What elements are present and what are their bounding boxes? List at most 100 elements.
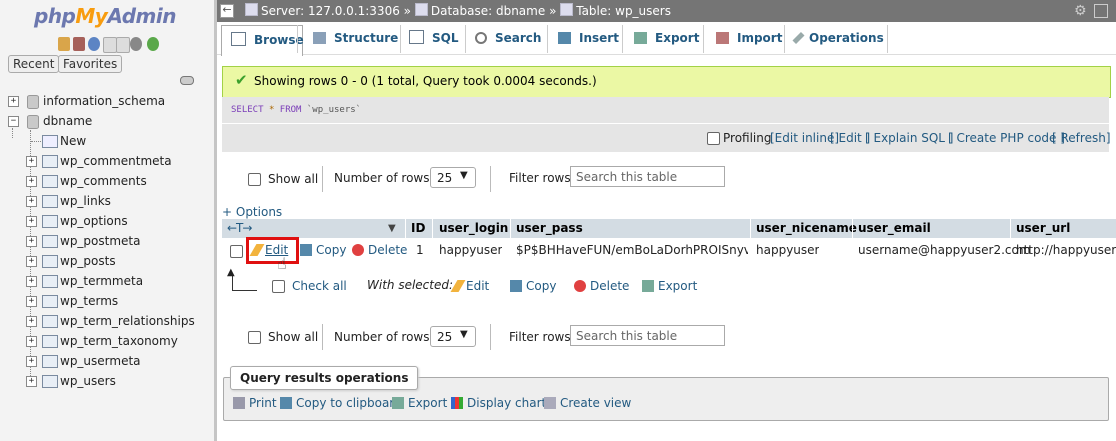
- breadcrumb-database[interactable]: Database: dbname: [431, 4, 545, 18]
- tree-item-table[interactable]: + wp_termmeta: [0, 271, 214, 291]
- expand-icon[interactable]: +: [26, 276, 37, 287]
- show-all-checkbox[interactable]: [248, 173, 261, 186]
- tree-label[interactable]: information_schema: [43, 91, 165, 111]
- tree-item-table[interactable]: + wp_users: [0, 371, 214, 391]
- column-arrows[interactable]: ←T→: [227, 219, 252, 238]
- tab-export[interactable]: Export: [634, 24, 699, 53]
- tree-item-table[interactable]: + wp_terms: [0, 291, 214, 311]
- create-view-button[interactable]: Create view: [544, 395, 631, 411]
- tree-item-table[interactable]: + wp_links: [0, 191, 214, 211]
- tab-insert[interactable]: Insert: [558, 24, 619, 53]
- link-with-main-icon[interactable]: [180, 76, 194, 85]
- expand-icon[interactable]: +: [26, 156, 37, 167]
- tree-label[interactable]: wp_users: [60, 371, 116, 391]
- edit-inline-link[interactable]: [Edit inline]: [770, 131, 839, 145]
- panel-resizer[interactable]: [214, 0, 217, 441]
- explain-sql-link[interactable]: [ Explain SQL ]: [865, 131, 953, 145]
- tab-operations[interactable]: Operations: [792, 24, 884, 53]
- cell-user-nicename[interactable]: happyuser: [756, 240, 819, 260]
- tree-label[interactable]: wp_commentmeta: [60, 151, 172, 171]
- tree-label[interactable]: New: [60, 131, 86, 151]
- cell-user-pass[interactable]: $P$BHHaveFUN/emBoLaDorhPROISnyvxc.: [516, 240, 748, 260]
- print-button[interactable]: Print: [233, 395, 277, 411]
- bulk-edit-button[interactable]: Edit: [450, 278, 489, 294]
- tab-structure[interactable]: Structure: [313, 24, 398, 53]
- export-button[interactable]: Export: [392, 395, 447, 411]
- tree-item-table[interactable]: + wp_term_taxonomy: [0, 331, 214, 351]
- column-header-user-login[interactable]: user_login: [439, 219, 508, 238]
- breadcrumb-server[interactable]: Server: 127.0.0.1:3306: [261, 4, 400, 18]
- tree-item-table[interactable]: + wp_options: [0, 211, 214, 231]
- column-header-user-url[interactable]: user_url: [1016, 219, 1070, 238]
- profiling-checkbox[interactable]: [707, 132, 720, 145]
- expand-icon[interactable]: +: [26, 356, 37, 367]
- tree-label[interactable]: wp_term_relationships: [60, 311, 195, 331]
- rows-select-bottom[interactable]: 25 ▼: [430, 326, 476, 347]
- filter-rows-input-bottom[interactable]: Search this table: [570, 325, 725, 346]
- create-php-code-link[interactable]: [ Create PHP code ]: [948, 131, 1065, 145]
- phpmyadmin-logo[interactable]: phpMyAdmin: [34, 4, 176, 28]
- tree-label[interactable]: wp_postmeta: [60, 231, 140, 251]
- tree-item-table[interactable]: + wp_commentmeta: [0, 151, 214, 171]
- row-checkbox[interactable]: [230, 245, 243, 258]
- cell-user-url[interactable]: http://happyuser2.c: [1016, 240, 1116, 260]
- cell-user-login[interactable]: happyuser: [439, 240, 502, 260]
- tree-label[interactable]: wp_comments: [60, 171, 147, 191]
- column-header-id[interactable]: ID: [411, 219, 425, 238]
- rows-select[interactable]: 25 ▼: [430, 167, 476, 188]
- table-icon[interactable]: [42, 375, 58, 388]
- table-icon[interactable]: [42, 315, 58, 328]
- tree-item-information-schema[interactable]: + information_schema: [0, 91, 214, 111]
- docs-icon[interactable]: [103, 37, 117, 53]
- expand-icon[interactable]: +: [26, 216, 37, 227]
- copy-to-clipboard-button[interactable]: Copy to clipboard: [280, 395, 402, 411]
- expand-icon[interactable]: +: [26, 316, 37, 327]
- expand-icon[interactable]: +: [8, 96, 19, 107]
- sort-dropdown-icon[interactable]: ▼: [388, 220, 396, 237]
- tree-item-table[interactable]: + wp_posts: [0, 251, 214, 271]
- bulk-delete-button[interactable]: Delete: [574, 278, 629, 294]
- recent-button[interactable]: Recent: [8, 55, 60, 73]
- table-icon[interactable]: [42, 155, 58, 168]
- table-icon[interactable]: [42, 195, 58, 208]
- sql-docs-icon[interactable]: [116, 37, 130, 53]
- table-icon[interactable]: [42, 335, 58, 348]
- collapse-icon[interactable]: −: [8, 116, 19, 127]
- minimize-icon[interactable]: [1094, 4, 1108, 18]
- tab-import[interactable]: Import: [716, 24, 782, 53]
- tree-label[interactable]: wp_usermeta: [60, 351, 141, 371]
- home-icon[interactable]: [58, 37, 70, 51]
- cell-user-email[interactable]: username@happyuser2.com: [858, 240, 1031, 260]
- table-icon[interactable]: [42, 295, 58, 308]
- tree-item-table[interactable]: + wp_comments: [0, 171, 214, 191]
- display-chart-button[interactable]: Display chart: [451, 395, 546, 411]
- expand-icon[interactable]: +: [26, 296, 37, 307]
- table-icon[interactable]: [42, 215, 58, 228]
- tab-search[interactable]: Search: [475, 24, 541, 53]
- column-header-user-pass[interactable]: user_pass: [516, 219, 583, 238]
- table-icon[interactable]: [42, 255, 58, 268]
- check-all-label[interactable]: Check all: [292, 279, 347, 293]
- bulk-export-button[interactable]: Export: [642, 278, 697, 294]
- table-icon[interactable]: [42, 235, 58, 248]
- table-icon[interactable]: [42, 175, 58, 188]
- expand-icon[interactable]: +: [26, 236, 37, 247]
- expand-icon[interactable]: +: [26, 196, 37, 207]
- tree-label[interactable]: dbname: [43, 111, 92, 131]
- column-header-user-nicename[interactable]: user_nicename: [756, 219, 857, 238]
- tree-item-dbname[interactable]: − dbname: [0, 111, 214, 131]
- row-copy-button[interactable]: Copy: [300, 242, 346, 258]
- expand-icon[interactable]: +: [26, 176, 37, 187]
- refresh-link[interactable]: [ Refresh]: [1052, 131, 1111, 145]
- tree-label[interactable]: wp_options: [60, 211, 128, 231]
- expand-icon[interactable]: +: [26, 376, 37, 387]
- reload-icon[interactable]: [147, 37, 159, 51]
- tab-sql[interactable]: SQL: [409, 24, 459, 53]
- expand-icon[interactable]: +: [26, 336, 37, 347]
- show-all-checkbox-bottom[interactable]: [248, 331, 261, 344]
- settings-icon[interactable]: [130, 37, 142, 51]
- favorites-button[interactable]: Favorites: [58, 55, 123, 73]
- tab-browse[interactable]: Browse: [221, 25, 304, 56]
- tree-label[interactable]: wp_term_taxonomy: [60, 331, 178, 351]
- check-all-checkbox[interactable]: [272, 280, 285, 293]
